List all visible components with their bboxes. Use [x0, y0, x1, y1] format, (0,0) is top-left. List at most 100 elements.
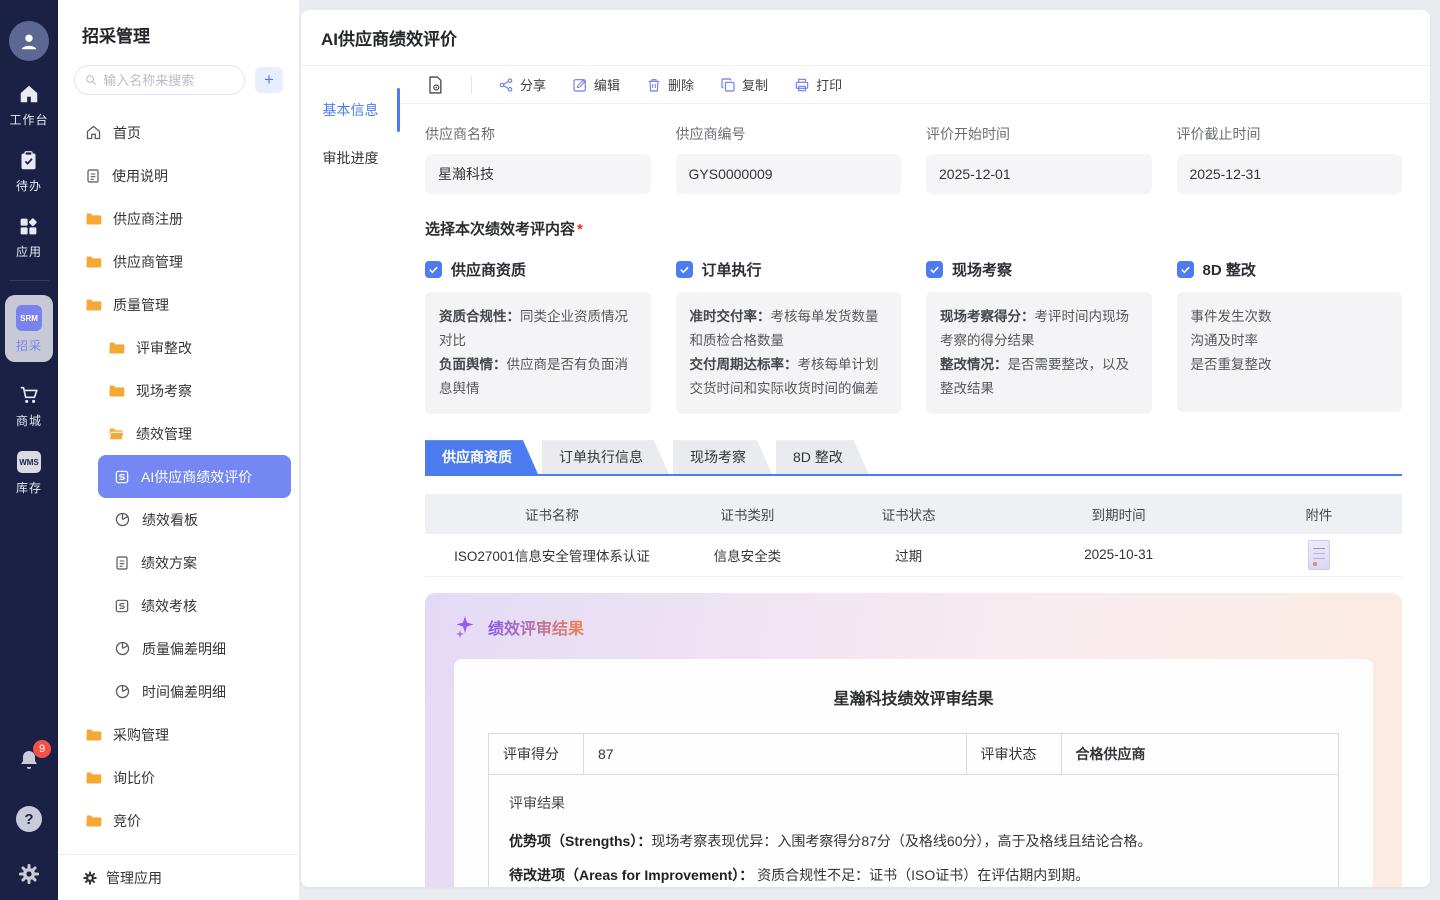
checkbox-checked[interactable]: [676, 261, 693, 278]
status-label: 评审状态: [966, 733, 1061, 774]
field-eval-end: 评价截止时间 2025-12-31: [1177, 124, 1403, 194]
tab-basic-info[interactable]: 基本信息: [301, 86, 400, 134]
check-card-desc: 事件发生次数 沟通及时率 是否重复整改: [1177, 292, 1403, 412]
document-icon: [114, 555, 130, 571]
sidebar-item-quality-manage[interactable]: 质量管理: [58, 283, 299, 326]
tab-order-execution[interactable]: 订单执行信息: [542, 440, 669, 474]
share-button[interactable]: 分享: [498, 75, 546, 94]
supplier-code-value: GYS0000009: [676, 154, 902, 194]
check-icon: [929, 264, 940, 275]
rail-item-inventory[interactable]: WMS 库存: [16, 451, 42, 496]
tab-site-visit[interactable]: 现场考察: [673, 440, 772, 474]
pie-chart-icon: [114, 683, 131, 700]
sidebar-item-supplier-manage[interactable]: 供应商管理: [58, 240, 299, 283]
col-cert-status: 证书状态: [816, 494, 1002, 534]
wms-badge: WMS: [17, 451, 41, 473]
sidebar-item-purchase-manage[interactable]: 采购管理: [58, 713, 299, 756]
sidebar-item-performance-manage[interactable]: 绩效管理: [58, 412, 299, 455]
checkbox-checked[interactable]: [425, 261, 442, 278]
sidebar-title: 招采管理: [58, 0, 299, 47]
check-card-8d: 8D 整改 事件发生次数 沟通及时率 是否重复整改: [1177, 259, 1403, 414]
checkbox-checked[interactable]: [926, 261, 943, 278]
manage-apps-button[interactable]: 管理应用: [58, 854, 299, 900]
check-card-desc: 准时交付率：考核每单发货数量和质检合格数量 交付周期达标率：考核每单计划交货时间…: [676, 292, 902, 414]
user-icon: [18, 30, 40, 52]
home-outline-icon: [85, 124, 102, 141]
sidebar-item-inquiry[interactable]: 询比价: [58, 756, 299, 799]
preview-document-icon[interactable]: [425, 75, 445, 95]
certificate-table: 证书名称 证书类别 证书状态 到期时间 附件 ISO27001信息安全管理体系认…: [425, 494, 1402, 577]
sidebar-item-ai-supplier-evaluation[interactable]: AI供应商绩效评价: [98, 455, 291, 498]
sidebar-item-site-visit[interactable]: 现场考察: [58, 369, 299, 412]
field-supplier-code: 供应商编号 GYS0000009: [676, 124, 902, 194]
sidebar-item-home[interactable]: 首页: [58, 111, 299, 154]
tab-approval-progress[interactable]: 审批进度: [301, 134, 400, 182]
folder-icon: [108, 382, 125, 399]
edit-icon: [572, 77, 588, 93]
check-card-qualification: 供应商资质 资质合规性：同类企业资质情况对比 负面舆情：供应商是否有负面消息舆情: [425, 259, 651, 414]
page-title: AI供应商绩效评价: [321, 25, 457, 50]
print-button[interactable]: 打印: [794, 75, 842, 94]
sidebar-item-bidding[interactable]: 竞价: [58, 799, 299, 842]
table-row: ISO27001信息安全管理体系认证 信息安全类 过期 2025-10-31: [425, 534, 1402, 576]
notifications-button[interactable]: 9: [17, 748, 41, 772]
apps-grid-icon: [18, 216, 39, 237]
sidebar: 招采管理 + 首页 使用说明 供应商注册 供应商管理 质量管理: [58, 0, 300, 900]
gear-icon: [82, 870, 98, 886]
checkbox-checked[interactable]: [1177, 261, 1194, 278]
toolbar-divider: [471, 76, 472, 94]
folder-icon: [85, 210, 102, 227]
edit-button[interactable]: 编辑: [572, 75, 620, 94]
attachment-thumbnail[interactable]: [1308, 540, 1330, 570]
help-button[interactable]: ?: [16, 806, 42, 832]
result-label: 评审结果: [509, 793, 1318, 813]
rail-item-procurement[interactable]: SRM 招采: [5, 295, 53, 362]
report-icon: [114, 469, 130, 485]
delete-button[interactable]: 删除: [646, 75, 694, 94]
toolbar: 分享 编辑 删除 复制: [400, 66, 1430, 104]
review-card-title: 星瀚科技绩效评审结果: [488, 685, 1339, 709]
app-rail: 工作台 待办 应用 SRM 招采 商城 WMS 库存 9 ?: [0, 0, 58, 900]
section-label: 选择本次绩效考评内容*: [425, 218, 1402, 239]
check-card-desc: 资质合规性：同类企业资质情况对比 负面舆情：供应商是否有负面消息舆情: [425, 292, 651, 414]
sidebar-item-instructions[interactable]: 使用说明: [58, 154, 299, 197]
rail-item-workbench[interactable]: 工作台: [9, 83, 48, 128]
sidebar-item-performance-assess[interactable]: 绩效考核: [58, 584, 299, 627]
cert-expire-cell: 2025-10-31: [1001, 534, 1235, 576]
sidebar-item-performance-plan[interactable]: 绩效方案: [58, 541, 299, 584]
avatar[interactable]: [9, 21, 49, 61]
rail-item-mall[interactable]: 商城: [16, 384, 42, 429]
sidebar-item-performance-board[interactable]: 绩效看板: [58, 498, 299, 541]
tab-8d-rectify[interactable]: 8D 整改: [776, 440, 869, 474]
settings-gear-icon[interactable]: [17, 862, 41, 886]
sidebar-item-quality-deviation[interactable]: 质量偏差明细: [58, 627, 299, 670]
eval-end-value: 2025-12-31: [1177, 154, 1403, 194]
sidebar-search[interactable]: [74, 65, 245, 95]
search-input[interactable]: [103, 73, 234, 88]
pie-chart-icon: [114, 640, 131, 657]
sidebar-item-supplier-register[interactable]: 供应商注册: [58, 197, 299, 240]
review-card: 星瀚科技绩效评审结果 评审得分 87 评审状态 合格供应商: [454, 659, 1373, 887]
folder-open-icon: [108, 425, 125, 442]
rail-item-apps[interactable]: 应用: [16, 216, 42, 260]
add-button[interactable]: +: [255, 67, 283, 93]
rail-item-todo[interactable]: 待办: [16, 150, 42, 194]
field-supplier-name: 供应商名称 星瀚科技: [425, 124, 651, 194]
form-body: 供应商名称 星瀚科技 供应商编号 GYS0000009 评价开始时间 2025-…: [400, 104, 1430, 887]
trash-icon: [646, 77, 662, 93]
sidebar-item-time-deviation[interactable]: 时间偏差明细: [58, 670, 299, 713]
srm-badge: SRM: [16, 305, 42, 331]
detail-card: AI供应商绩效评价 基本信息 审批进度 分享 编辑: [301, 10, 1430, 887]
check-icon: [428, 264, 439, 275]
review-section-title: 绩效评审结果: [488, 615, 584, 639]
check-card-site-visit: 现场考察 现场考察得分：考评时间内现场考察的得分结果 整改情况：是否需要整改，以…: [926, 259, 1152, 414]
copy-button[interactable]: 复制: [720, 75, 768, 94]
detail-tabs: 供应商资质 订单执行信息 现场考察 8D 整改: [425, 440, 1402, 476]
review-result-cell: 评审结果 优势项（Strengths）：现场考察表现优异：入围考察得分87分（及…: [489, 774, 1339, 887]
clipboard-check-icon: [18, 150, 39, 171]
sidebar-item-review-rectify[interactable]: 评审整改: [58, 326, 299, 369]
share-icon: [498, 77, 514, 93]
folder-icon: [108, 339, 125, 356]
tab-supplier-qualification[interactable]: 供应商资质: [425, 440, 538, 474]
document-icon: [85, 168, 101, 184]
